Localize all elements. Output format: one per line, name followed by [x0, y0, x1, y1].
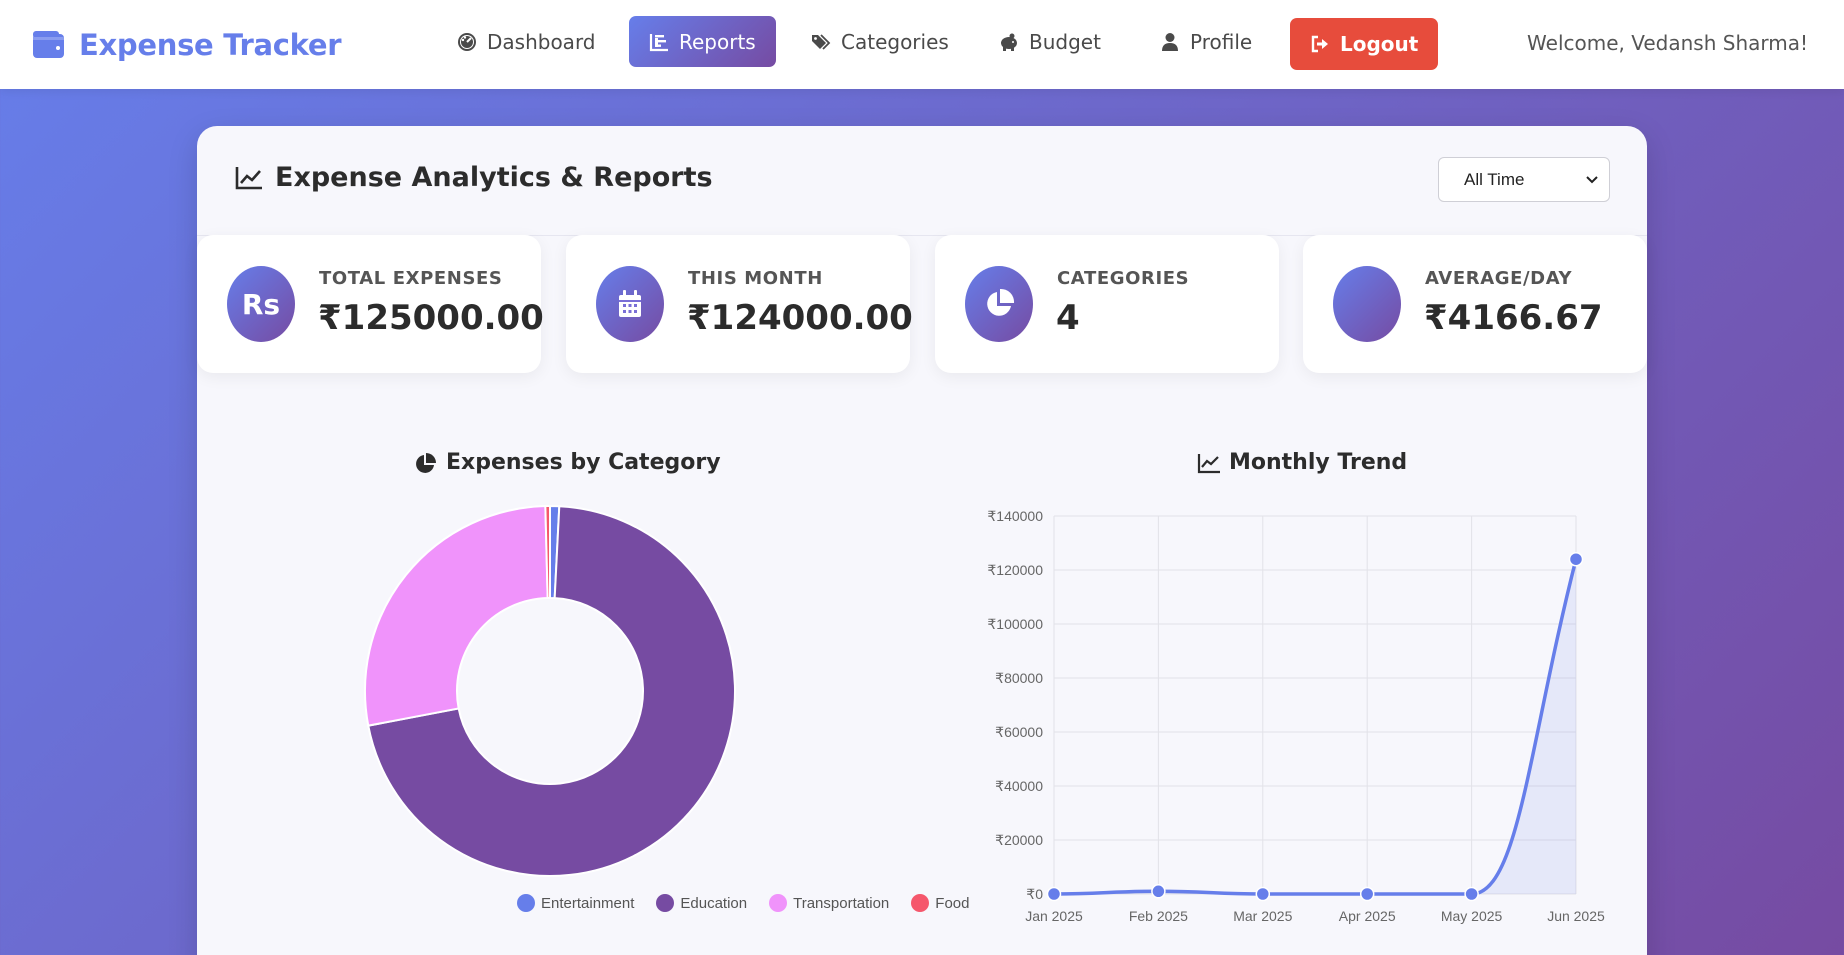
navbar: Expense Tracker Dashboard Reports Catego… [0, 0, 1844, 89]
y-tick-label: ₹120000 [987, 562, 1043, 578]
monthly-trend-chart: ₹0 ₹20000 ₹40000 ₹60000 ₹80000 ₹100000 ₹120000… [987, 508, 1605, 924]
nav-categories-label: Categories [841, 29, 949, 54]
nav-profile-label: Profile [1190, 29, 1253, 54]
y-tick-label: ₹60000 [995, 724, 1043, 740]
logout-button[interactable]: Logout [1290, 18, 1439, 70]
y-tick-label: ₹140000 [987, 508, 1043, 524]
nav-budget-label: Budget [1029, 29, 1101, 54]
nav-profile[interactable]: Profile [1140, 16, 1272, 67]
trend-area [1054, 559, 1576, 894]
gauge-icon [458, 32, 476, 51]
trend-point-2[interactable] [1255, 886, 1271, 902]
bar-chart-icon [649, 33, 668, 51]
x-tick-label: Apr 2025 [1339, 908, 1396, 924]
nav-dashboard-label: Dashboard [487, 29, 596, 54]
trend-point-0[interactable] [1046, 886, 1062, 902]
trend-point-5[interactable] [1568, 551, 1584, 567]
brand[interactable]: Expense Tracker [33, 25, 342, 65]
x-tick-label: May 2025 [1441, 908, 1503, 924]
nav-reports[interactable]: Reports [629, 16, 776, 67]
nav-categories[interactable]: Categories [791, 16, 969, 67]
y-tick-label: ₹100000 [987, 616, 1043, 632]
piggy-bank-icon [1001, 33, 1017, 51]
tags-icon [812, 33, 831, 50]
brand-name: Expense Tracker [79, 28, 342, 62]
reports-card: Expense Analytics & Reports All Time Rs … [197, 126, 1647, 955]
x-tick-label: Feb 2025 [1129, 908, 1188, 924]
trend-point-4[interactable] [1464, 886, 1479, 902]
nav-dashboard[interactable]: Dashboard [437, 16, 616, 67]
trend-line [1053, 558, 1578, 896]
y-tick-label: ₹0 [1026, 886, 1043, 902]
wallet-icon [33, 31, 64, 58]
user-icon [1162, 32, 1178, 51]
trend-point-3[interactable] [1359, 886, 1375, 902]
y-tick-label: ₹20000 [995, 832, 1043, 848]
x-tick-label: Mar 2025 [1233, 908, 1292, 924]
y-tick-label: ₹40000 [995, 778, 1043, 794]
trend-point-1[interactable] [1151, 884, 1166, 899]
x-tick-label: Jan 2025 [1025, 908, 1083, 924]
y-tick-label: ₹80000 [995, 670, 1043, 686]
x-tick-label: Jun 2025 [1547, 908, 1605, 924]
nav-reports-label: Reports [679, 29, 756, 54]
welcome-message: Welcome, Vedansh Sharma! [1527, 31, 1808, 55]
logout-label: Logout [1340, 32, 1419, 56]
nav-budget[interactable]: Budget [979, 16, 1121, 67]
sign-out-icon [1311, 35, 1328, 53]
